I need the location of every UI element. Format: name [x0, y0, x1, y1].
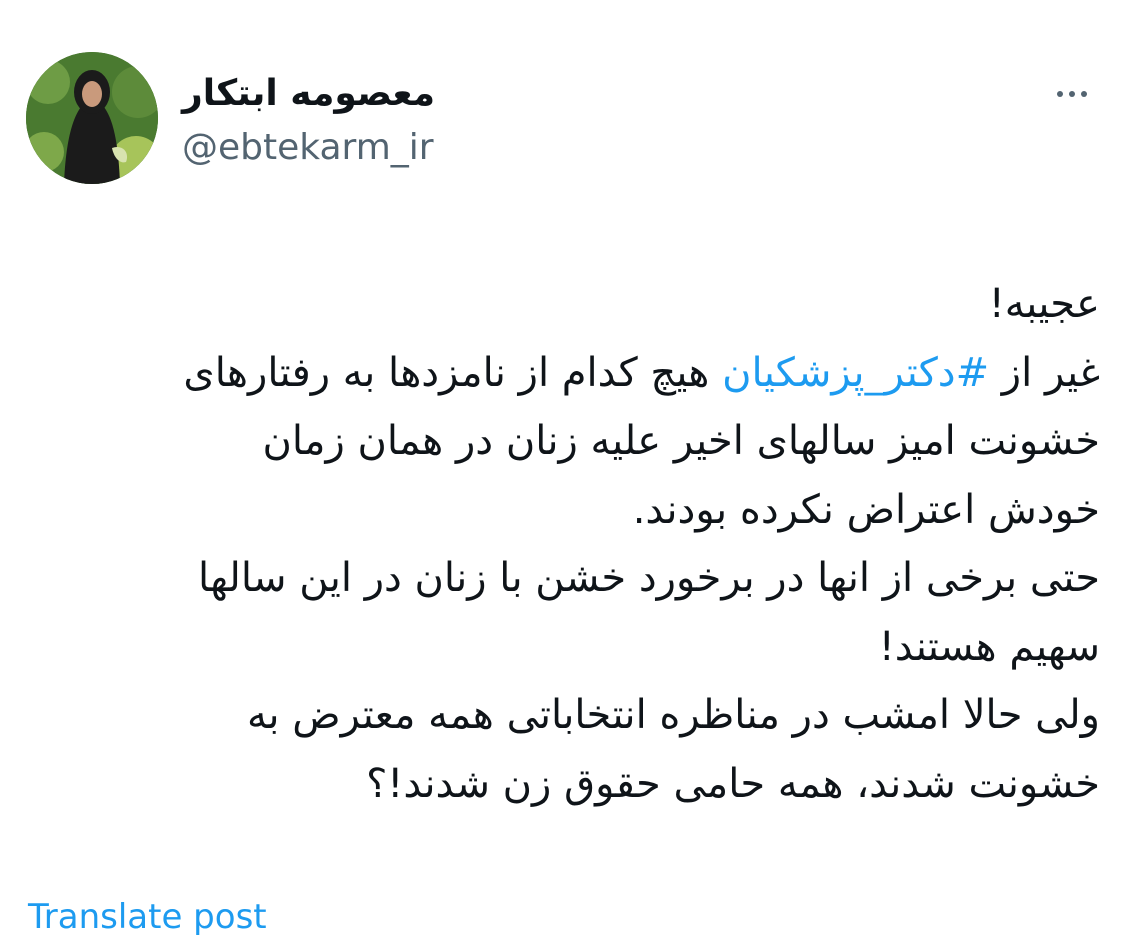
tweet-line: حتی برخی از انها در برخورد خشن با زنان د…	[198, 555, 1100, 601]
tweet-text-segment: غیر از	[989, 349, 1100, 396]
tweet-line: خشونت امیز سالهای اخیر علیه زنان در همان…	[262, 418, 1100, 464]
tweet-text: عجیبه! غیر از #دکتر_پزشکیان هیچ کدام از …	[30, 270, 1100, 818]
avatar[interactable]	[26, 52, 158, 184]
tweet-line: عجیبه!	[988, 281, 1100, 327]
more-horizontal-icon	[1057, 91, 1063, 97]
tweet-line: خودش اعتراض نکرده بودند.	[632, 486, 1100, 533]
tweet-line-with-hashtag: غیر از #دکتر_پزشکیان هیچ کدام از نامزدها…	[30, 339, 1100, 408]
tweet-line: سهیم هستند!	[878, 623, 1100, 670]
tweet-text-segment: هیچ کدام از نامزدها به رفتارهای	[183, 349, 723, 396]
hashtag-link[interactable]: #دکتر_پزشکیان	[722, 350, 989, 396]
author-handle[interactable]: @ebtekarm_ir	[182, 124, 434, 172]
more-options-button[interactable]	[1044, 76, 1100, 112]
author-display-name[interactable]: معصومه ابتکار	[182, 70, 435, 118]
profile-photo-icon	[26, 52, 158, 184]
translate-post-link[interactable]: Translate post	[28, 894, 267, 940]
tweet-line: ولی حالا امشب در مناظره انتخاباتی همه مع…	[246, 692, 1100, 738]
tweet-line: خشونت شدند، همه حامی حقوق زن شدند!؟	[366, 760, 1100, 807]
more-horizontal-icon-dot	[1081, 91, 1087, 97]
more-horizontal-icon-dot	[1069, 91, 1075, 97]
